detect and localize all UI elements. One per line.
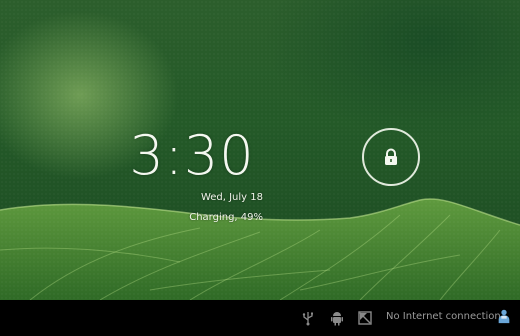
user-icon[interactable] <box>496 308 512 324</box>
network-status: No Internet connection <box>386 311 501 322</box>
screenshot-icon <box>358 311 372 325</box>
usb-icon <box>302 312 313 326</box>
unlock-handle[interactable] <box>362 128 420 186</box>
android-debug-icon <box>331 312 343 326</box>
lock-date: Wed, July 18 <box>200 192 263 203</box>
charging-status: Charging, 49% <box>189 212 263 223</box>
lock-clock: 3:30 <box>129 124 255 187</box>
padlock-icon <box>385 148 397 165</box>
wallpaper: 3:30 Wed, July 18 Charging, 49% <box>0 0 520 300</box>
lock-screen: 3:30 Wed, July 18 Charging, 49% No Inter… <box>0 0 520 336</box>
